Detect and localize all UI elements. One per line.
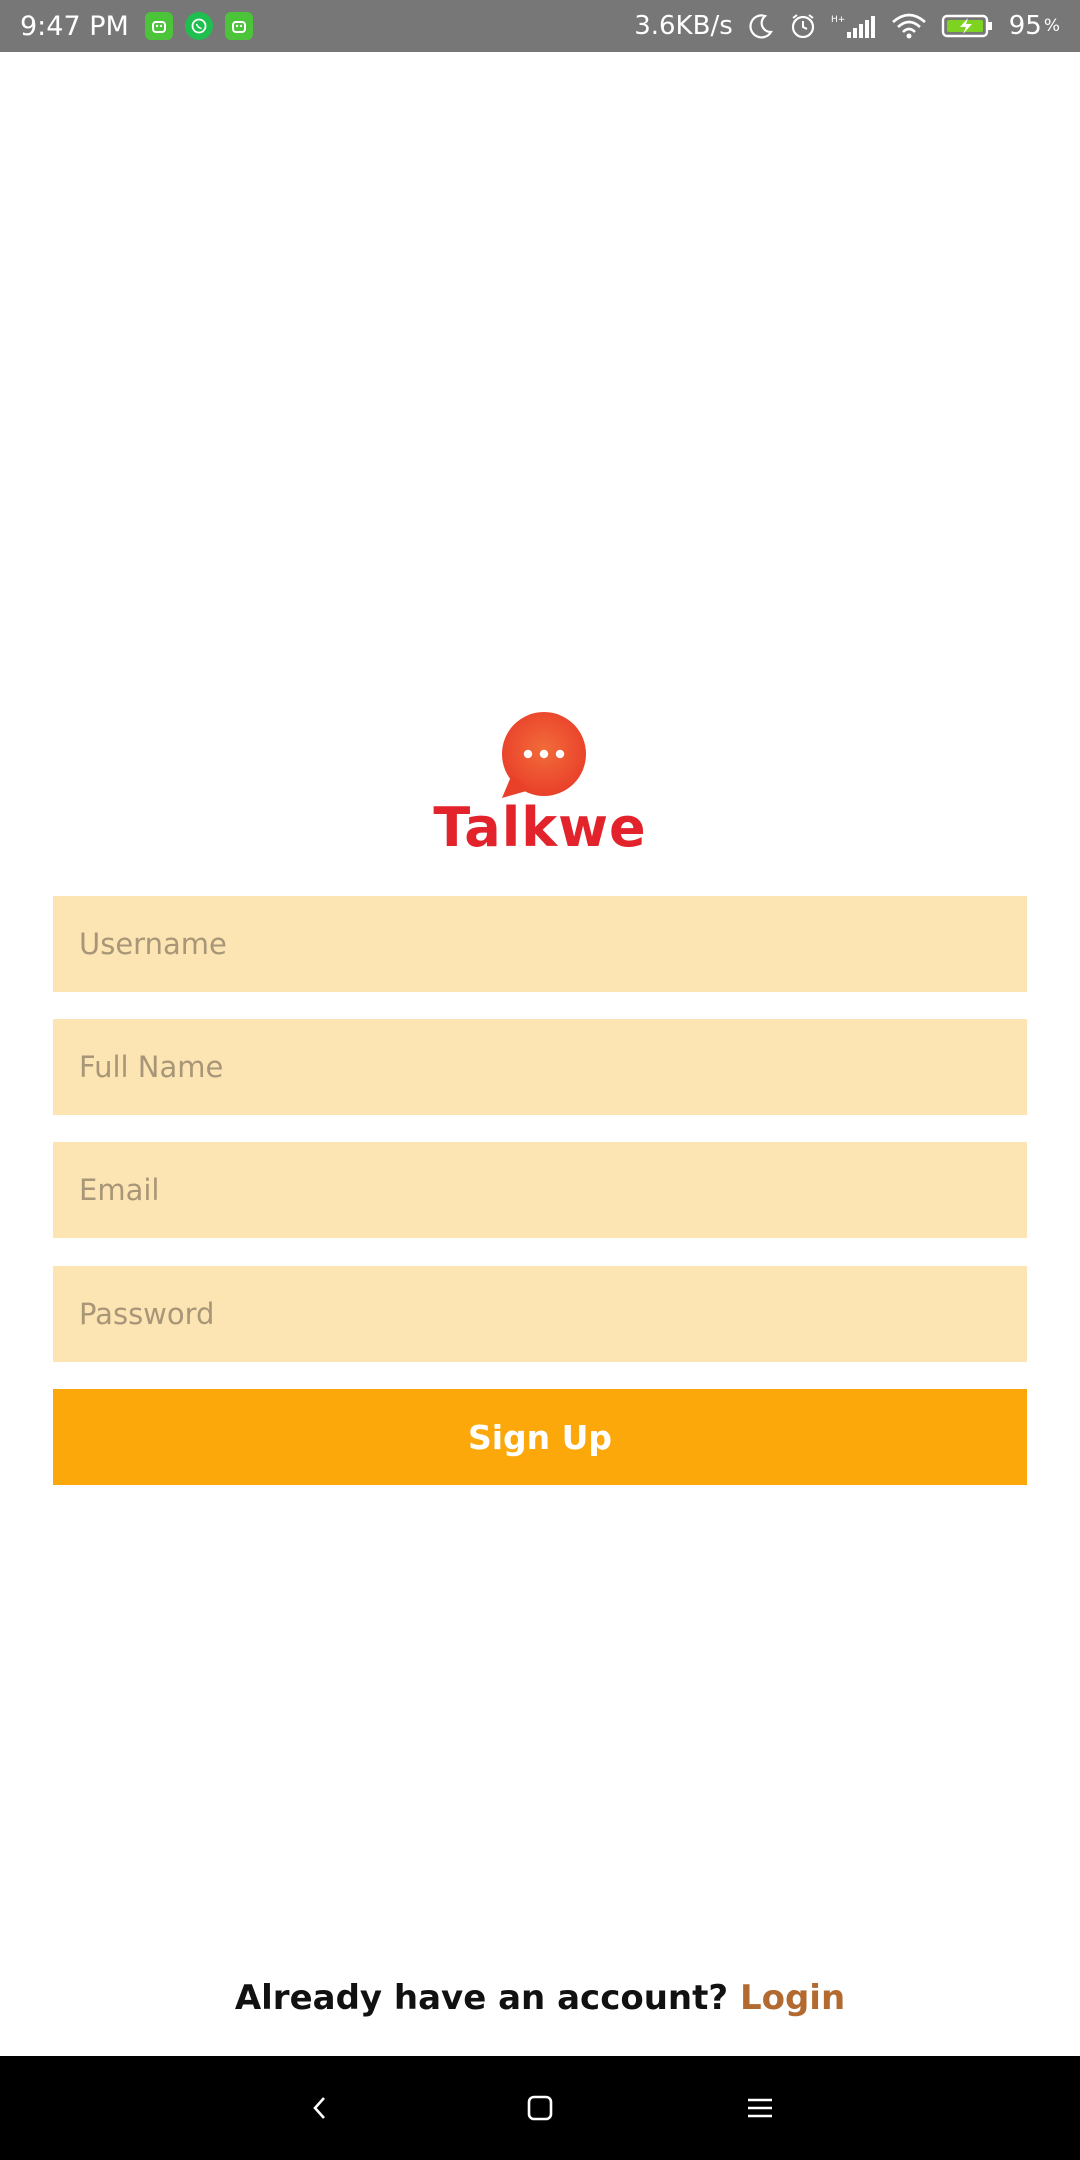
email-input[interactable] [53,1142,1027,1238]
username-input[interactable] [53,896,1027,992]
android-notif-icon [224,12,253,40]
alarm-icon [789,12,817,40]
login-prompt: Already have an account? Login [0,1978,1080,2018]
fullname-input[interactable] [53,1019,1027,1115]
status-right: 3.6KB/s H+ 95% [620,11,1060,41]
signal-icon: H+ [831,12,877,40]
whatsapp-icon [184,12,213,40]
home-button[interactable] [485,2068,595,2148]
status-bar: 9:47 PM 3.6KB/s H+ 95% [0,0,1080,52]
app-title: Talkwe [433,796,647,859]
menu-icon [748,2098,772,2118]
navigation-bar [0,2056,1080,2160]
battery-percent: 95% [1009,11,1060,41]
password-input[interactable] [53,1266,1027,1362]
home-icon [527,2095,553,2121]
chat-bubble-icon [502,712,586,798]
battery-value: 95 [1008,11,1042,41]
back-button[interactable] [265,2068,375,2148]
android-notif-icon [144,12,173,40]
status-left: 9:47 PM [20,11,265,42]
login-link[interactable]: Login [740,1978,845,2018]
battery-unit: % [1043,16,1060,36]
back-icon [313,2097,325,2119]
recents-button[interactable] [705,2068,815,2148]
battery-charging-icon [941,12,995,40]
net-speed: 3.6KB/s [634,11,733,41]
login-prompt-text: Already have an account? [234,1978,729,2018]
wifi-icon [891,12,927,40]
moon-icon [747,12,775,40]
svg-text:H+: H+ [831,15,845,25]
status-time: 9:47 PM [20,10,129,42]
app-logo: Talkwe [0,712,1080,859]
signup-button[interactable]: Sign Up [53,1389,1027,1485]
